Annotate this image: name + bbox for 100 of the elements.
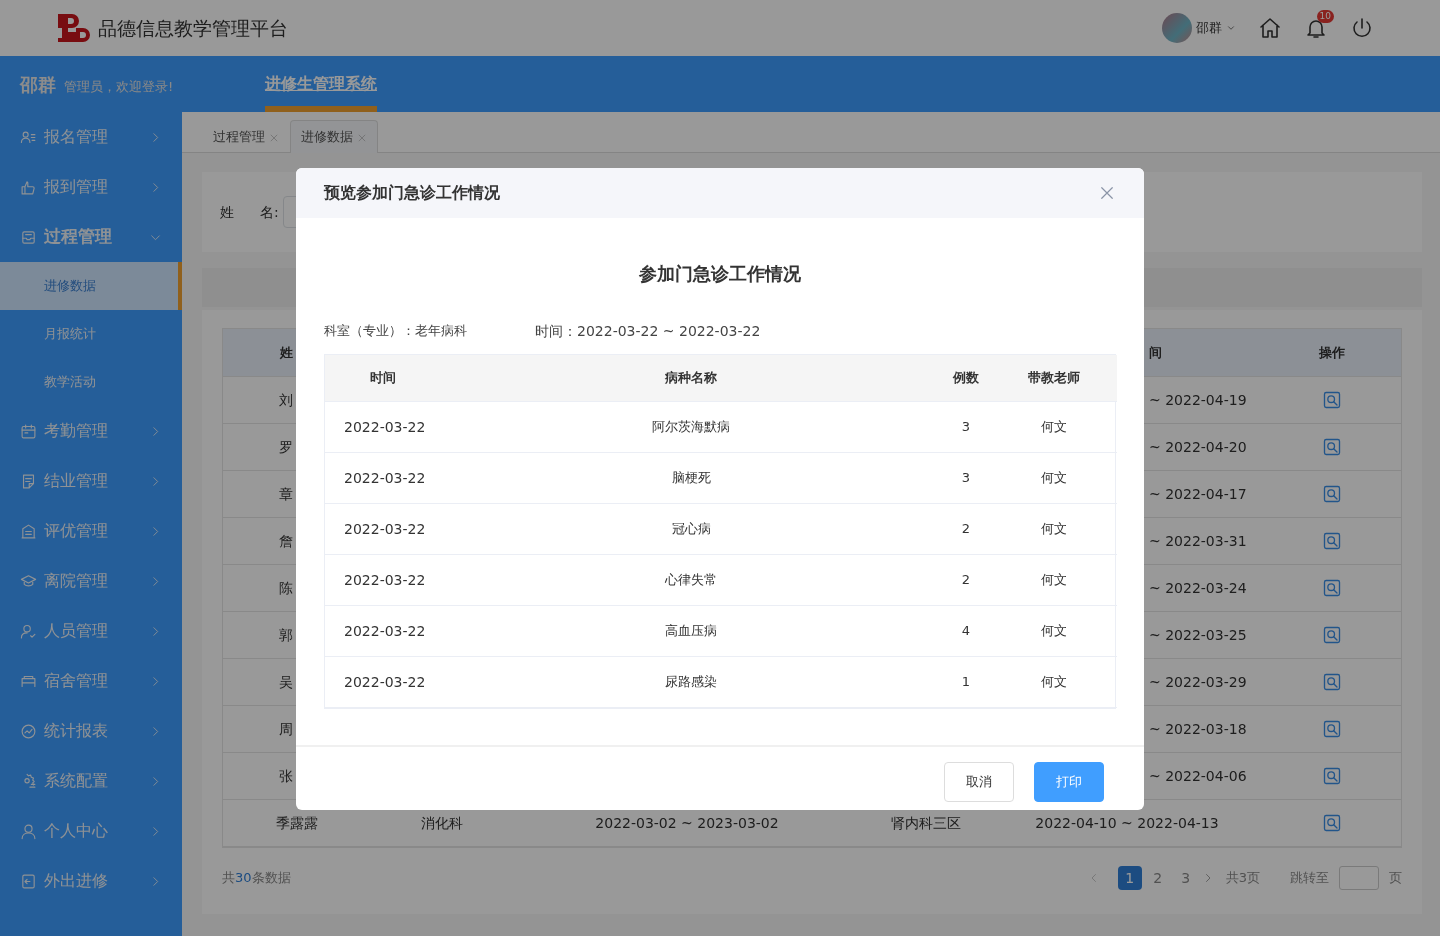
page-button[interactable]: 3 xyxy=(1173,866,1198,890)
table-cell-text: 何文 xyxy=(1041,469,1067,488)
table-cell-text: 1 xyxy=(961,673,971,692)
table-cell-text: 2022-03-02 ~ 2023-03-02 xyxy=(595,813,779,833)
table-cell-text: 詹 xyxy=(279,531,293,551)
preview-icon[interactable] xyxy=(1322,813,1342,833)
table-cell-text: ~ 2022-03-29 xyxy=(1149,672,1247,692)
preview-icon[interactable] xyxy=(1322,625,1342,645)
page-button[interactable]: 1 xyxy=(1117,866,1142,890)
total-count: 共30条数据 xyxy=(222,869,291,888)
table-cell-text: 何文 xyxy=(1041,673,1067,692)
sidebar-item[interactable]: 报到管理 xyxy=(0,162,182,212)
table-cell-text: 2022-03-22 xyxy=(344,672,426,692)
table-cell-text: 吴 xyxy=(279,672,293,692)
preview-icon[interactable] xyxy=(1322,578,1342,598)
preview-icon[interactable] xyxy=(1322,484,1342,504)
table-cell-text: 尿路感染 xyxy=(665,673,717,692)
sidebar-item[interactable]: 结业管理 xyxy=(0,456,182,506)
table-cell-text: ~ 2022-04-20 xyxy=(1149,437,1247,457)
hand-icon xyxy=(20,178,37,196)
page-tab[interactable]: 过程管理 xyxy=(202,120,290,153)
jump-label: 跳转至 xyxy=(1290,869,1329,888)
preview-icon[interactable] xyxy=(1322,531,1342,551)
sidebar-item[interactable]: 外出进修 xyxy=(0,856,182,906)
page-tab[interactable]: 进修数据 xyxy=(290,120,378,153)
field-label: 名: xyxy=(260,202,279,222)
preview-icon[interactable] xyxy=(1322,672,1342,692)
preview-icon[interactable] xyxy=(1322,390,1342,410)
exit-icon xyxy=(20,872,37,890)
submenu-item[interactable]: 教学活动 xyxy=(0,358,182,406)
table-cell-text: 何文 xyxy=(1041,520,1067,539)
person-icon xyxy=(20,822,37,840)
user-name[interactable]: 邵群 xyxy=(1196,18,1222,38)
logo-icon xyxy=(56,14,90,42)
avatar[interactable] xyxy=(1162,13,1192,43)
table-cell-text: 2022-03-22 xyxy=(344,621,426,641)
welcome-text: 管理员，欢迎登录! xyxy=(64,77,174,96)
sidebar-item[interactable]: 人员管理 xyxy=(0,606,182,656)
page-input[interactable] xyxy=(1339,866,1379,890)
sidebar-item[interactable]: 过程管理 xyxy=(0,212,182,262)
table-cell-text: 刘 xyxy=(279,390,293,410)
table-cell-text: 2022-03-22 xyxy=(344,570,426,590)
table-cell-text: 周 xyxy=(279,719,293,739)
submenu-item[interactable]: 进修数据 xyxy=(0,262,182,310)
close-icon[interactable] xyxy=(1098,184,1116,202)
submenu-item[interactable]: 月报统计 xyxy=(0,310,182,358)
page-button[interactable]: 2 xyxy=(1145,866,1170,890)
table-cell-text: ~ 2022-03-31 xyxy=(1149,531,1247,551)
table-cell-text: ~ 2022-04-19 xyxy=(1149,390,1247,410)
table-cell-text: 消化科 xyxy=(421,813,463,833)
sidebar-item[interactable]: 宿舍管理 xyxy=(0,656,182,706)
table-cell-text: 何文 xyxy=(1041,571,1067,590)
table-cell-text: 2 xyxy=(961,520,971,539)
column-header: 时间 xyxy=(370,369,396,388)
table-cell-text: 陈 xyxy=(279,578,293,598)
sidebar-item[interactable]: 评优管理 xyxy=(0,506,182,556)
home-icon[interactable] xyxy=(1258,16,1282,40)
cancel-button[interactable]: 取消 xyxy=(944,762,1014,802)
table-cell-text: 张 xyxy=(279,766,293,786)
report-heading: 参加门急诊工作情况 xyxy=(638,262,802,286)
sidebar-item[interactable]: 系统配置 xyxy=(0,756,182,806)
table-cell-text: 何文 xyxy=(1041,622,1067,641)
person-icon xyxy=(20,622,37,640)
calendar-icon xyxy=(20,422,37,440)
table-cell-text: 2022-04-10 ~ 2022-04-13 xyxy=(1035,813,1219,833)
sidebar-item[interactable]: 报名管理 xyxy=(0,112,182,162)
column-header: 例数 xyxy=(953,369,979,388)
print-button[interactable]: 打印 xyxy=(1034,762,1104,802)
preview-icon[interactable] xyxy=(1322,766,1342,786)
sidebar-item[interactable]: 统计报表 xyxy=(0,706,182,756)
period-text: 时间：2022-03-22 ~ 2022-03-22 xyxy=(535,322,761,341)
sidebar-item[interactable]: 个人中心 xyxy=(0,806,182,856)
table-cell-text: 章 xyxy=(279,484,293,504)
table-cell-text: ~ 2022-03-18 xyxy=(1149,719,1247,739)
building-icon xyxy=(20,522,37,540)
table-cell-text: ~ 2022-04-17 xyxy=(1149,484,1247,504)
column-header: 病种名称 xyxy=(665,369,717,388)
table-cell-text: 2022-03-22 xyxy=(344,417,426,437)
close-icon xyxy=(269,132,279,143)
table-cell-text: ~ 2022-04-06 xyxy=(1149,766,1247,786)
table-cell-text: 2 xyxy=(961,571,971,590)
preview-icon[interactable] xyxy=(1322,437,1342,457)
table-cell-text: 季露露 xyxy=(276,813,318,833)
table-cell-text: 何文 xyxy=(1041,418,1067,437)
preview-icon[interactable] xyxy=(1322,719,1342,739)
sidebar-item[interactable]: 考勤管理 xyxy=(0,406,182,456)
table-cell-text: 郭 xyxy=(279,625,293,645)
graduation-cap-icon xyxy=(20,572,37,590)
column-header: 操作 xyxy=(1263,329,1401,377)
table-cell-text: 3 xyxy=(961,418,971,437)
table-cell-text: 2022-03-22 xyxy=(344,519,426,539)
app-title: 品德信息教学管理平台 xyxy=(98,15,288,41)
table-cell-text: 2022-03-22 xyxy=(344,468,426,488)
table-cell-text: 3 xyxy=(961,469,971,488)
table-cell-text: 心律失常 xyxy=(665,571,717,590)
page-suffix: 页 xyxy=(1389,869,1402,888)
chart-circle-icon xyxy=(20,722,37,740)
sidebar-item[interactable]: 离院管理 xyxy=(0,556,182,606)
power-icon[interactable] xyxy=(1350,16,1374,40)
user-name: 邵群 xyxy=(20,72,56,97)
